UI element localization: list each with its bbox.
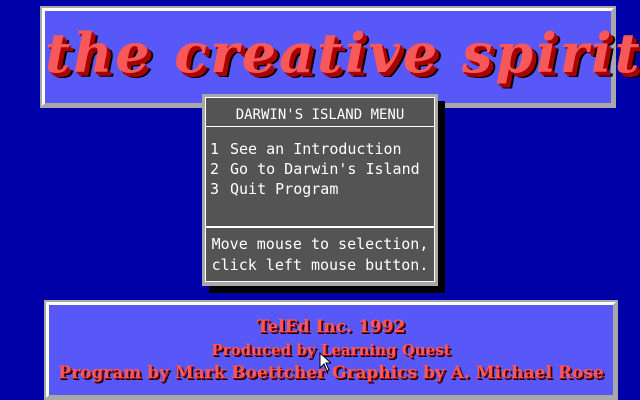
menu-options: 1 See an Introduction 2 Go to Darwin's Isl… — [205, 127, 435, 227]
darwins-island-menu: DARWIN'S ISLAND MENU 1 See an Introductio… — [202, 94, 438, 286]
menu-item-go-to-island[interactable]: 2 Go to Darwin's Island — [210, 160, 432, 180]
menu-item-quit[interactable]: 3 Quit Program — [210, 180, 432, 200]
program-graphics-credit: Program by Mark Boettcher Graphics by A.… — [58, 363, 604, 383]
menu-item-label: See an Introduction — [230, 140, 402, 158]
title-banner: the creative spirit — [40, 6, 640, 108]
instruction-line: Move mouse to selection, — [211, 235, 429, 253]
game-title: the creative spirit — [45, 21, 640, 85]
menu-instructions: Move mouse to selection, click left mous… — [205, 227, 435, 282]
menu-item-label: Quit Program — [230, 180, 339, 198]
credits-banner: TelEd Inc. 1992 Produced by Learning Que… — [44, 300, 618, 400]
publisher-credit: TelEd Inc. 1992 — [256, 317, 406, 337]
menu-item-label: Go to Darwin's Island — [230, 160, 420, 178]
menu-item-introduction[interactable]: 1 See an Introduction — [210, 140, 432, 160]
menu-item-number: 3 — [210, 180, 220, 198]
arrow-cursor-icon — [319, 352, 331, 372]
instruction-line: click left mouse button. — [211, 256, 429, 274]
producer-credit: Produced by Learning Quest — [211, 341, 451, 359]
menu-title: DARWIN'S ISLAND MENU — [235, 107, 405, 123]
menu-item-number: 1 — [210, 140, 220, 158]
menu-item-number: 2 — [210, 160, 220, 178]
menu-header: DARWIN'S ISLAND MENU — [205, 97, 435, 127]
